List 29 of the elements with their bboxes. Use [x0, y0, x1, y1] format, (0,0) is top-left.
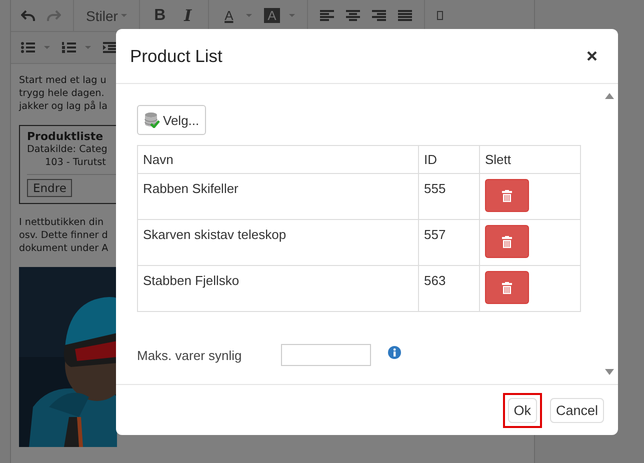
- dialog-title: Product List: [130, 46, 222, 66]
- background-color-button[interactable]: A: [264, 8, 280, 23]
- text-line: dokument under A: [19, 242, 108, 255]
- text-line: trygg hele dagen.: [19, 87, 104, 100]
- edit-button[interactable]: Endre: [27, 179, 72, 197]
- table-cell: Skarven skistav teleskop: [138, 220, 418, 266]
- field-label: Maks. varer synlig: [137, 348, 243, 362]
- dialog-button[interactable]: Cancel: [550, 398, 604, 422]
- choose-button[interactable]: Velg...: [137, 105, 206, 135]
- table-cell: 555: [418, 174, 480, 220]
- column-header: ID: [418, 146, 480, 174]
- styles-dropdown[interactable]: Stiler: [86, 8, 127, 24]
- column-header: Navn: [138, 146, 418, 174]
- dialog-button[interactable]: Ok: [508, 398, 537, 422]
- block-line: 103 - Turutst: [44, 156, 106, 169]
- block-line: Datakilde: Categ: [27, 143, 108, 156]
- italic-button[interactable]: I: [180, 6, 196, 25]
- text-line: osv. Dette finner d: [19, 229, 108, 242]
- text-line: Start med et lag u: [19, 74, 106, 87]
- table-cell: 557: [418, 220, 480, 266]
- text-color-button[interactable]: A: [220, 8, 237, 23]
- table-cell: 563: [418, 266, 480, 312]
- text-line: I nettbutikken din: [19, 216, 104, 229]
- table-cell: Stabben Fjellsko: [138, 266, 418, 312]
- column-header: Slett: [480, 146, 580, 174]
- bold-button[interactable]: B: [152, 6, 168, 24]
- block-title: Produktliste: [27, 130, 104, 143]
- text-line: jakker og lag på la: [19, 100, 108, 113]
- table-cell: Rabben Skifeller: [138, 174, 418, 220]
